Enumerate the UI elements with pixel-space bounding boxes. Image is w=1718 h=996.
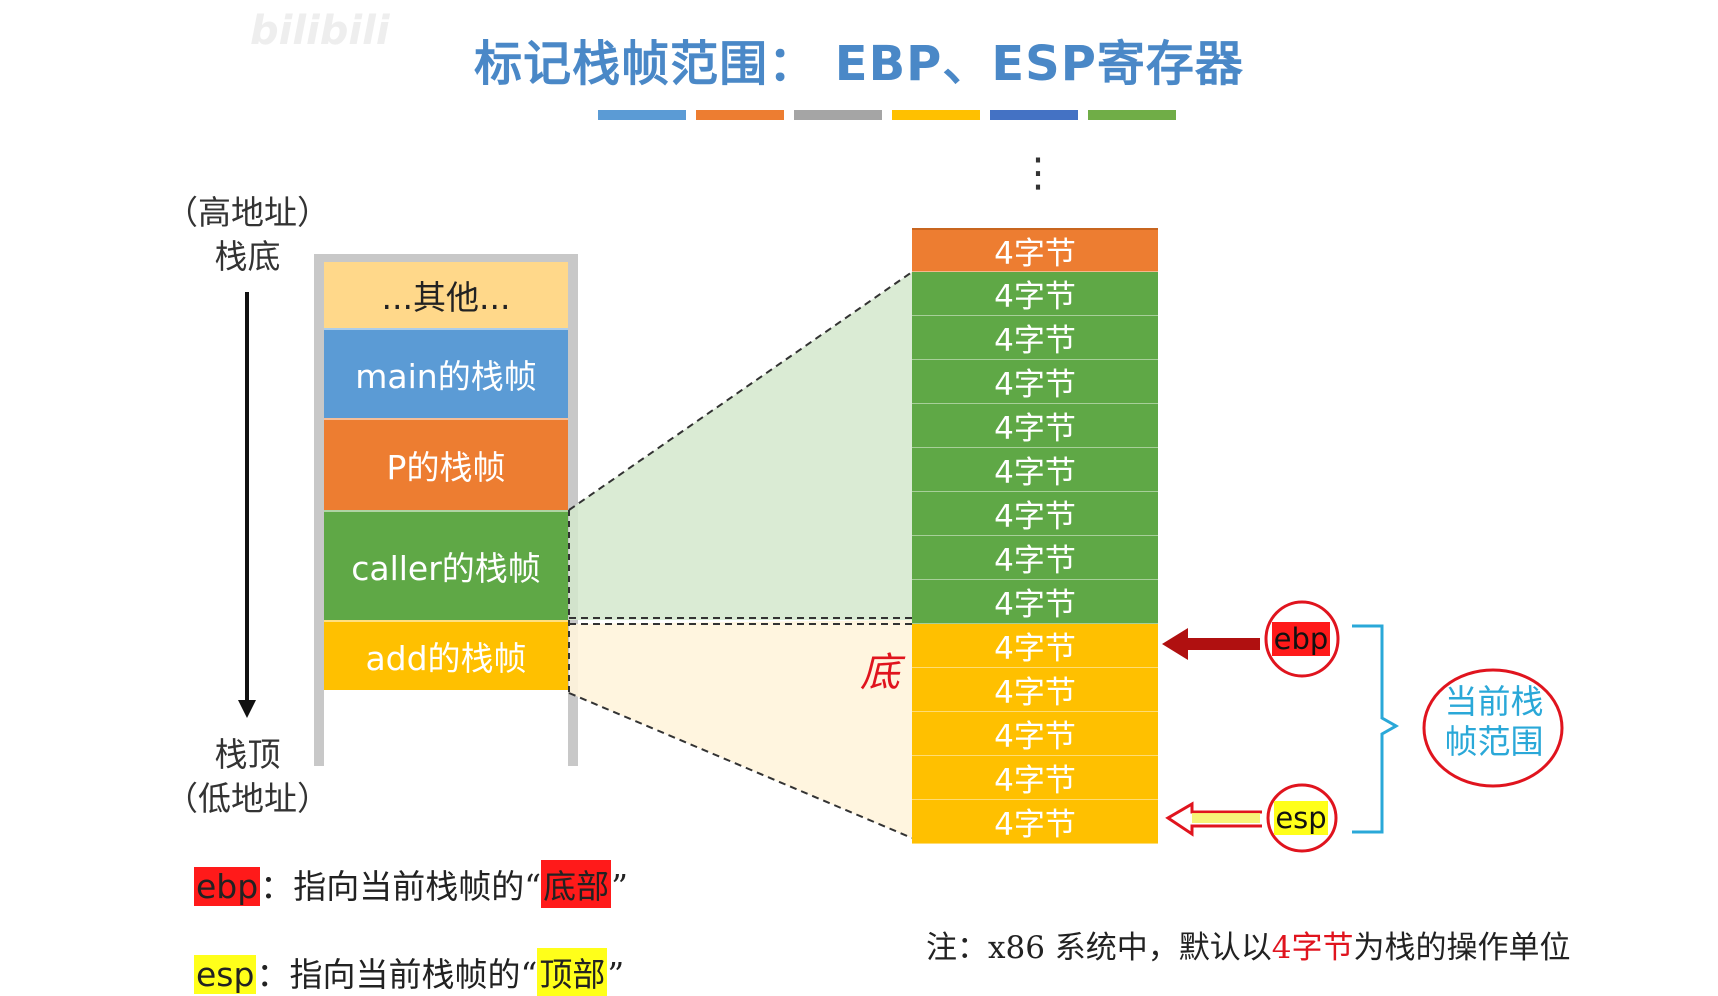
footnote-suffix: 为栈的操作单位: [1353, 930, 1571, 966]
footnote-highlight: 4字节: [1271, 930, 1354, 966]
stack-cell-4-bytes: 4字节: [912, 360, 1158, 404]
caller-frame: caller的栈帧: [324, 510, 568, 620]
add-frame: add的栈帧: [324, 620, 568, 690]
ebp-register-label: ebp: [1272, 622, 1330, 656]
caller-expansion-area: [569, 272, 912, 620]
main-frame: main的栈帧: [324, 328, 568, 418]
frame-range-label: 当前栈 帧范围: [1424, 682, 1564, 762]
diagram-graphics: [238, 254, 1564, 853]
ebp-arrow-head: [1162, 628, 1188, 660]
frame-range-label-line1: 当前栈: [1444, 682, 1544, 721]
frame-range-brace: [1352, 624, 1400, 834]
esp-register-label: esp: [1274, 801, 1328, 835]
esp-legend: esp：指向当前栈帧的“顶部”: [194, 948, 624, 996]
stack-cell-4-bytes: 4字节: [912, 316, 1158, 360]
esp-legend-close: ”: [607, 955, 625, 994]
stack-cell-4-bytes: 4字节: [912, 448, 1158, 492]
ebp-legend-close: ”: [611, 867, 628, 906]
ebp-legend-text: ：指向当前栈帧的“: [260, 867, 542, 906]
p-frame: P的栈帧: [324, 418, 568, 510]
ebp-legend-tag: ebp: [194, 867, 261, 906]
stack-cell-4-bytes: 4字节: [912, 228, 1158, 272]
stack-cell-4-bytes: 4字节: [912, 536, 1158, 580]
esp-arrow-highlight: [1192, 813, 1260, 823]
footnote: 注：x86 系统中，默认以4字节为栈的操作单位: [926, 922, 1571, 967]
frame-range-label-line2: 帧范围: [1444, 722, 1544, 761]
stack-cell-4-bytes: 4字节: [912, 800, 1158, 844]
esp-legend-text: ：指向当前栈帧的“: [256, 955, 538, 994]
stack-container-top: [314, 254, 578, 262]
direction-arrow-head: [238, 700, 256, 718]
handwritten-bottom-mark: 底: [860, 650, 900, 696]
stack-cell-4-bytes: 4字节: [912, 712, 1158, 756]
stack-cell-4-bytes: 4字节: [912, 404, 1158, 448]
stack-cell-4-bytes: 4字节: [912, 668, 1158, 712]
esp-legend-tag: esp: [194, 955, 257, 994]
ebp-legend-word: 底部: [541, 860, 612, 908]
stack-cell-4-bytes: 4字节: [912, 580, 1158, 624]
ebp-arrow-shaft: [1188, 638, 1260, 650]
stack-continuation-ellipsis: ⋮: [1018, 150, 1058, 196]
footnote-prefix: 注：x86 系统中，默认以: [926, 930, 1272, 966]
other-frame: ...其他...: [324, 262, 568, 328]
stack-container-left-wall: [314, 254, 324, 766]
esp-legend-word: 顶部: [537, 948, 608, 996]
stack-cell-4-bytes: 4字节: [912, 624, 1158, 668]
stack-cell-4-bytes: 4字节: [912, 492, 1158, 536]
ebp-legend: ebp：指向当前栈帧的“底部”: [194, 860, 628, 908]
stack-cell-4-bytes: 4字节: [912, 272, 1158, 316]
stack-cell-4-bytes: 4字节: [912, 756, 1158, 800]
